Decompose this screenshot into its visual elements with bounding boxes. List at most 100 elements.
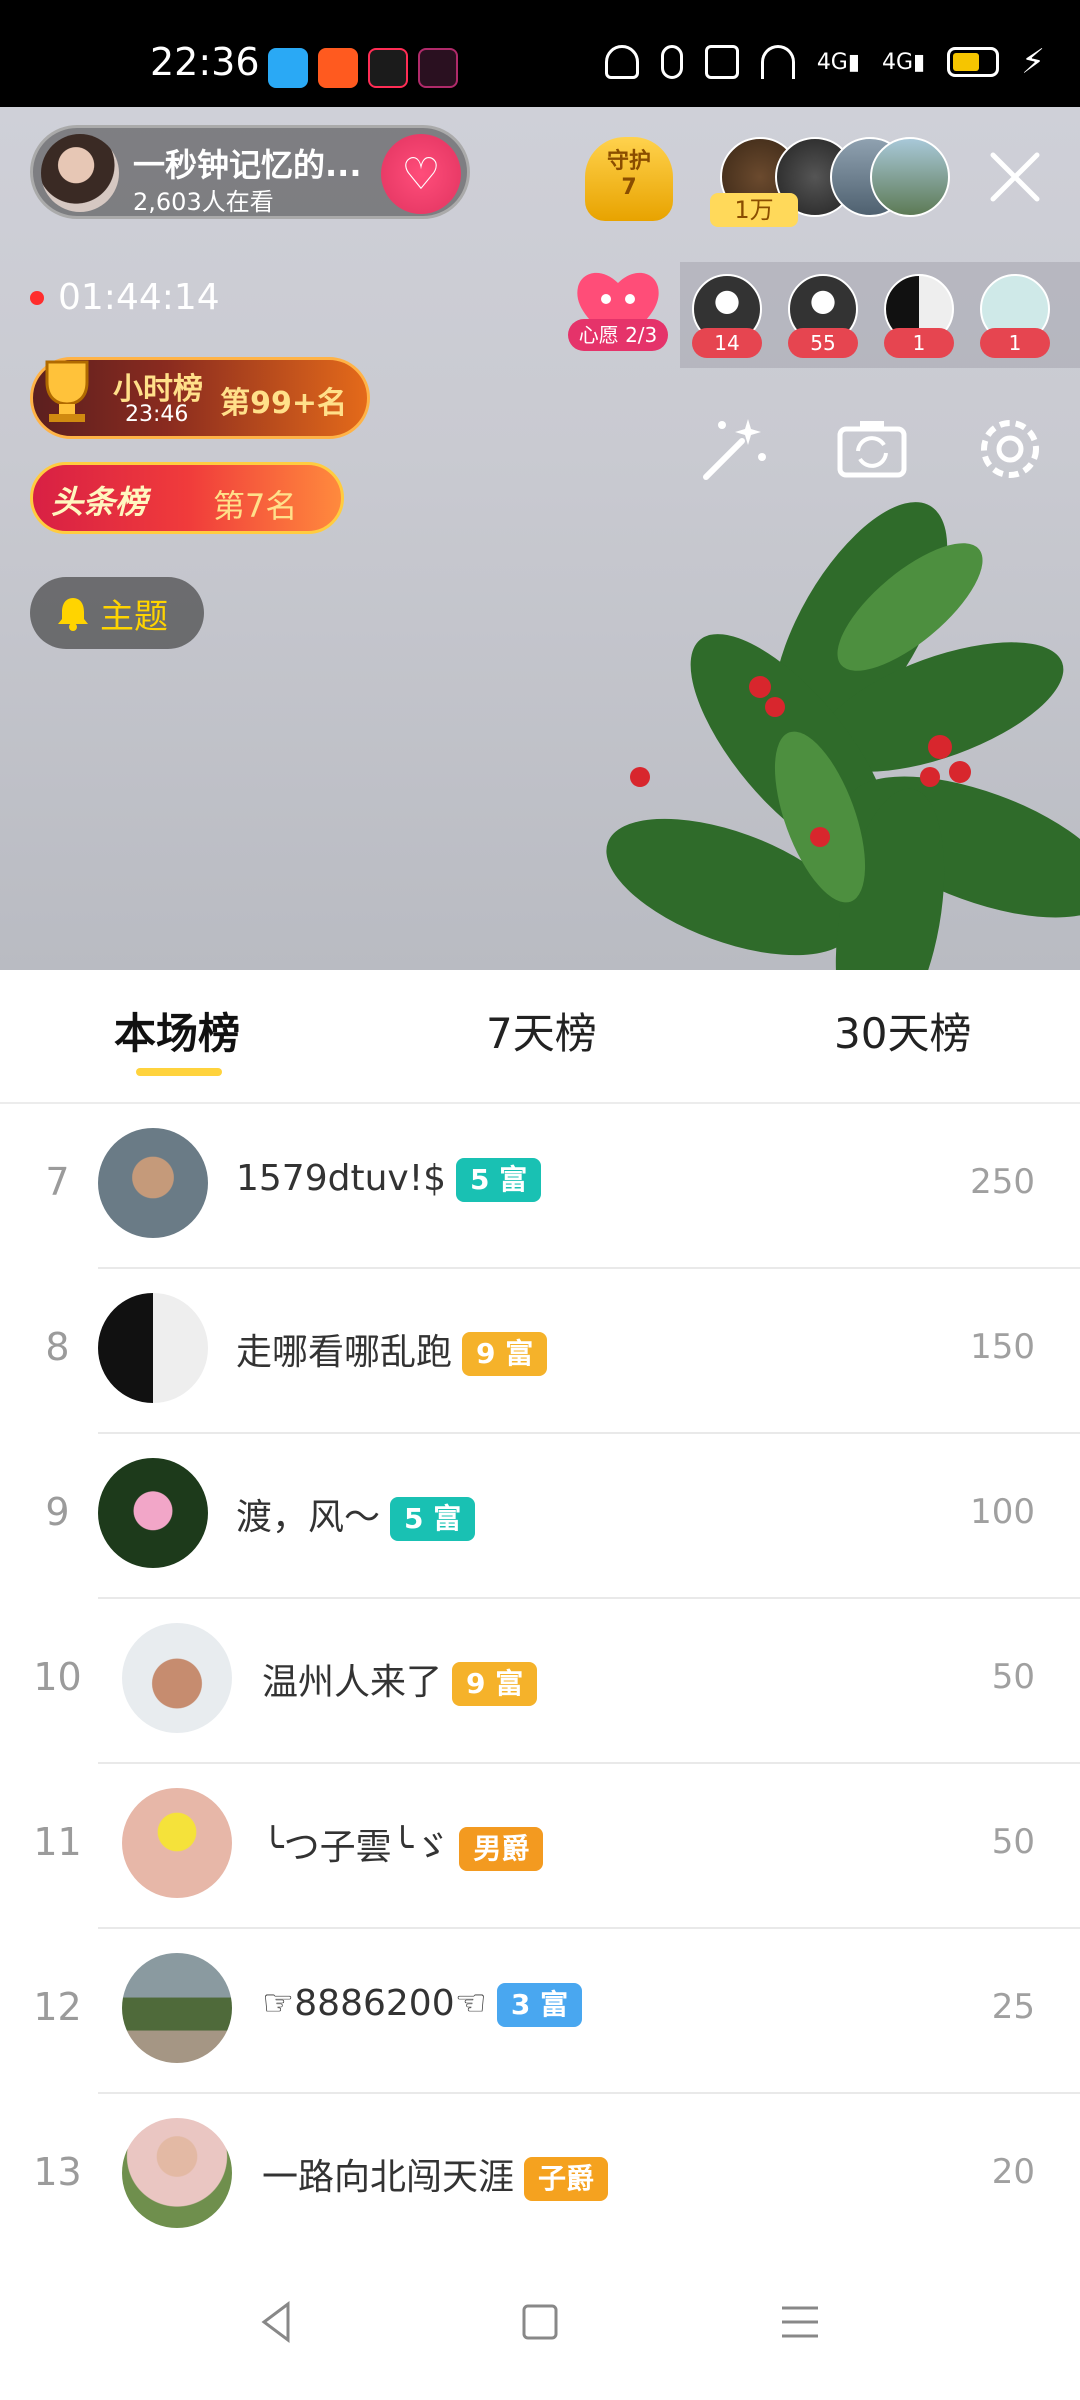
rank-number: 11	[33, 1820, 82, 1864]
browser-icon	[268, 48, 308, 88]
user-name: 渡，风～ 5 富	[236, 1488, 476, 1541]
score: 50	[991, 1657, 1035, 1697]
system-nav-bar	[0, 2244, 1080, 2400]
douyin-lite-icon	[418, 48, 458, 88]
douyin-icon	[368, 48, 408, 88]
list-item[interactable]: 11 ╰つ子雲╰ゞ 男爵 50	[0, 1764, 1080, 1929]
rank-avatar-item[interactable]: 1	[884, 274, 954, 358]
rank-avatar-item[interactable]: 14	[692, 274, 762, 358]
user-name: ☞8886200☜ 3 富	[262, 1983, 583, 2027]
status-bar: 22:36 4G▮ 4G▮ ⚡	[0, 0, 1080, 107]
list-item[interactable]: 8 走哪看哪乱跑 9 富 150	[0, 1269, 1080, 1434]
headline-rank-title: 头条榜	[51, 483, 148, 521]
guard-badge[interactable]: 守护 7	[585, 137, 673, 221]
avatar[interactable]	[98, 1128, 208, 1238]
list-item[interactable]: 13 一路向北闯天涯 子爵 20	[0, 2094, 1080, 2259]
mic-icon	[660, 45, 683, 79]
avatar[interactable]	[122, 1788, 232, 1898]
wealth-badge: 9 富	[452, 1662, 538, 1706]
charging-icon: ⚡	[1021, 42, 1045, 82]
back-icon[interactable]	[248, 2292, 308, 2352]
score: 25	[991, 1987, 1035, 2027]
hour-rank-place: 第99+名	[220, 386, 347, 421]
title-badge: 男爵	[459, 1827, 544, 1871]
guard-count: 7	[621, 175, 637, 201]
live-timer: 01:44:14	[30, 277, 220, 318]
rank-count: 55	[788, 328, 858, 358]
headline-rank-place: 第7名	[213, 487, 298, 525]
user-name: 一路向北闯天涯 子爵	[262, 2148, 609, 2201]
kuaishou-icon	[318, 48, 358, 88]
wealth-badge: 5 富	[390, 1497, 476, 1541]
rank-avatar-item[interactable]: 55	[788, 274, 858, 358]
host-info[interactable]: 一秒钟记忆的... 2,603人在看 ♡	[30, 125, 470, 219]
switch-camera-icon[interactable]	[830, 407, 914, 491]
rank-avatar-item[interactable]: 1	[980, 274, 1050, 358]
tab-7-days[interactable]: 7天榜	[486, 1000, 597, 1061]
hourly-rank-badge[interactable]: 小时榜 23:46 第99+名	[30, 357, 370, 439]
close-icon[interactable]	[985, 147, 1045, 207]
score: 20	[991, 2152, 1035, 2192]
user-name: 1579dtuv!$ 5 富	[236, 1158, 542, 1202]
title-badge: 子爵	[524, 2157, 609, 2201]
wifi-icon	[760, 45, 795, 79]
active-tab-indicator	[136, 1068, 222, 1076]
headline-rank-badge[interactable]: 头条榜 第7名	[30, 462, 344, 534]
wealth-badge: 9 富	[462, 1332, 548, 1376]
settings-gear-icon[interactable]	[968, 407, 1052, 491]
host-name: 一秒钟记忆的...	[133, 146, 362, 184]
avatar[interactable]	[98, 1293, 208, 1403]
avatar[interactable]	[870, 137, 950, 217]
recording-dot-icon	[30, 290, 44, 305]
hour-rank-time: 23:46	[125, 402, 189, 427]
menu-icon[interactable]	[770, 2292, 830, 2352]
rank-number: 13	[33, 2150, 82, 2194]
rank-number: 12	[33, 1985, 82, 2029]
live-video[interactable]: 一秒钟记忆的... 2,603人在看 ♡ 守护 7 1万 01:44:14 心愿…	[0, 107, 1080, 970]
list-item[interactable]: 12 ☞8886200☜ 3 富 25	[0, 1929, 1080, 2094]
score: 50	[991, 1822, 1035, 1862]
rank-count: 1	[884, 328, 954, 358]
follow-heart-button[interactable]: ♡	[381, 134, 461, 214]
online-rank-strip[interactable]: 14 55 1 1	[680, 262, 1080, 368]
battery-icon	[947, 47, 1000, 77]
score: 100	[970, 1492, 1035, 1532]
rank-number: 10	[33, 1655, 82, 1699]
headphones-icon	[604, 45, 639, 79]
status-time: 22:36	[150, 40, 260, 84]
tab-30-days[interactable]: 30天榜	[834, 1000, 971, 1061]
list-item[interactable]: 10 温州人来了 9 富 50	[0, 1599, 1080, 1764]
signal-4g-icon: 4G▮	[881, 49, 926, 75]
avatar[interactable]	[98, 1458, 208, 1568]
wish-progress[interactable]: 心愿 2/3	[568, 319, 668, 351]
bell-icon	[58, 598, 88, 631]
camera-icon	[704, 45, 739, 79]
heart-plus-icon: ♡	[401, 148, 441, 200]
theme-button[interactable]: 主题	[30, 577, 204, 649]
wealth-badge: 3 富	[496, 1983, 583, 2027]
list-item[interactable]: 7 1579dtuv!$ 5 富 250	[0, 1104, 1080, 1269]
home-icon[interactable]	[510, 2292, 570, 2352]
user-name: 温州人来了 9 富	[262, 1653, 538, 1706]
host-avatar[interactable]	[41, 134, 119, 212]
score: 250	[970, 1162, 1035, 1202]
fans-count-badge: 1万	[710, 193, 798, 227]
trophy-icon	[45, 360, 89, 422]
avatar[interactable]	[122, 2118, 232, 2228]
user-name: ╰つ子雲╰ゞ 男爵	[262, 1818, 544, 1871]
avatar[interactable]	[122, 1953, 232, 2063]
magic-wand-icon[interactable]	[692, 407, 776, 491]
rank-count: 1	[980, 328, 1050, 358]
tab-this-session[interactable]: 本场榜	[114, 1000, 240, 1061]
avatar[interactable]	[122, 1623, 232, 1733]
signal-4g-icon: 4G▮	[816, 49, 860, 75]
leaderboard-sheet: 本场榜 7天榜 30天榜 7 1579dtuv!$ 5 富 250 8 走哪看哪乱…	[0, 970, 1080, 2400]
leaderboard-list: 7 1579dtuv!$ 5 富 250 8 走哪看哪乱跑 9 富 150 9 渡，…	[0, 1104, 1080, 2259]
viewer-count: 2,603人在看	[133, 188, 274, 216]
plant-image	[606, 502, 1080, 970]
theme-label: 主题	[100, 596, 168, 637]
user-name: 走哪看哪乱跑 9 富	[236, 1323, 548, 1376]
leaderboard-tabs: 本场榜 7天榜 30天榜	[0, 970, 1080, 1104]
list-item[interactable]: 9 渡，风～ 5 富 100	[0, 1434, 1080, 1599]
rank-count: 14	[692, 328, 762, 358]
